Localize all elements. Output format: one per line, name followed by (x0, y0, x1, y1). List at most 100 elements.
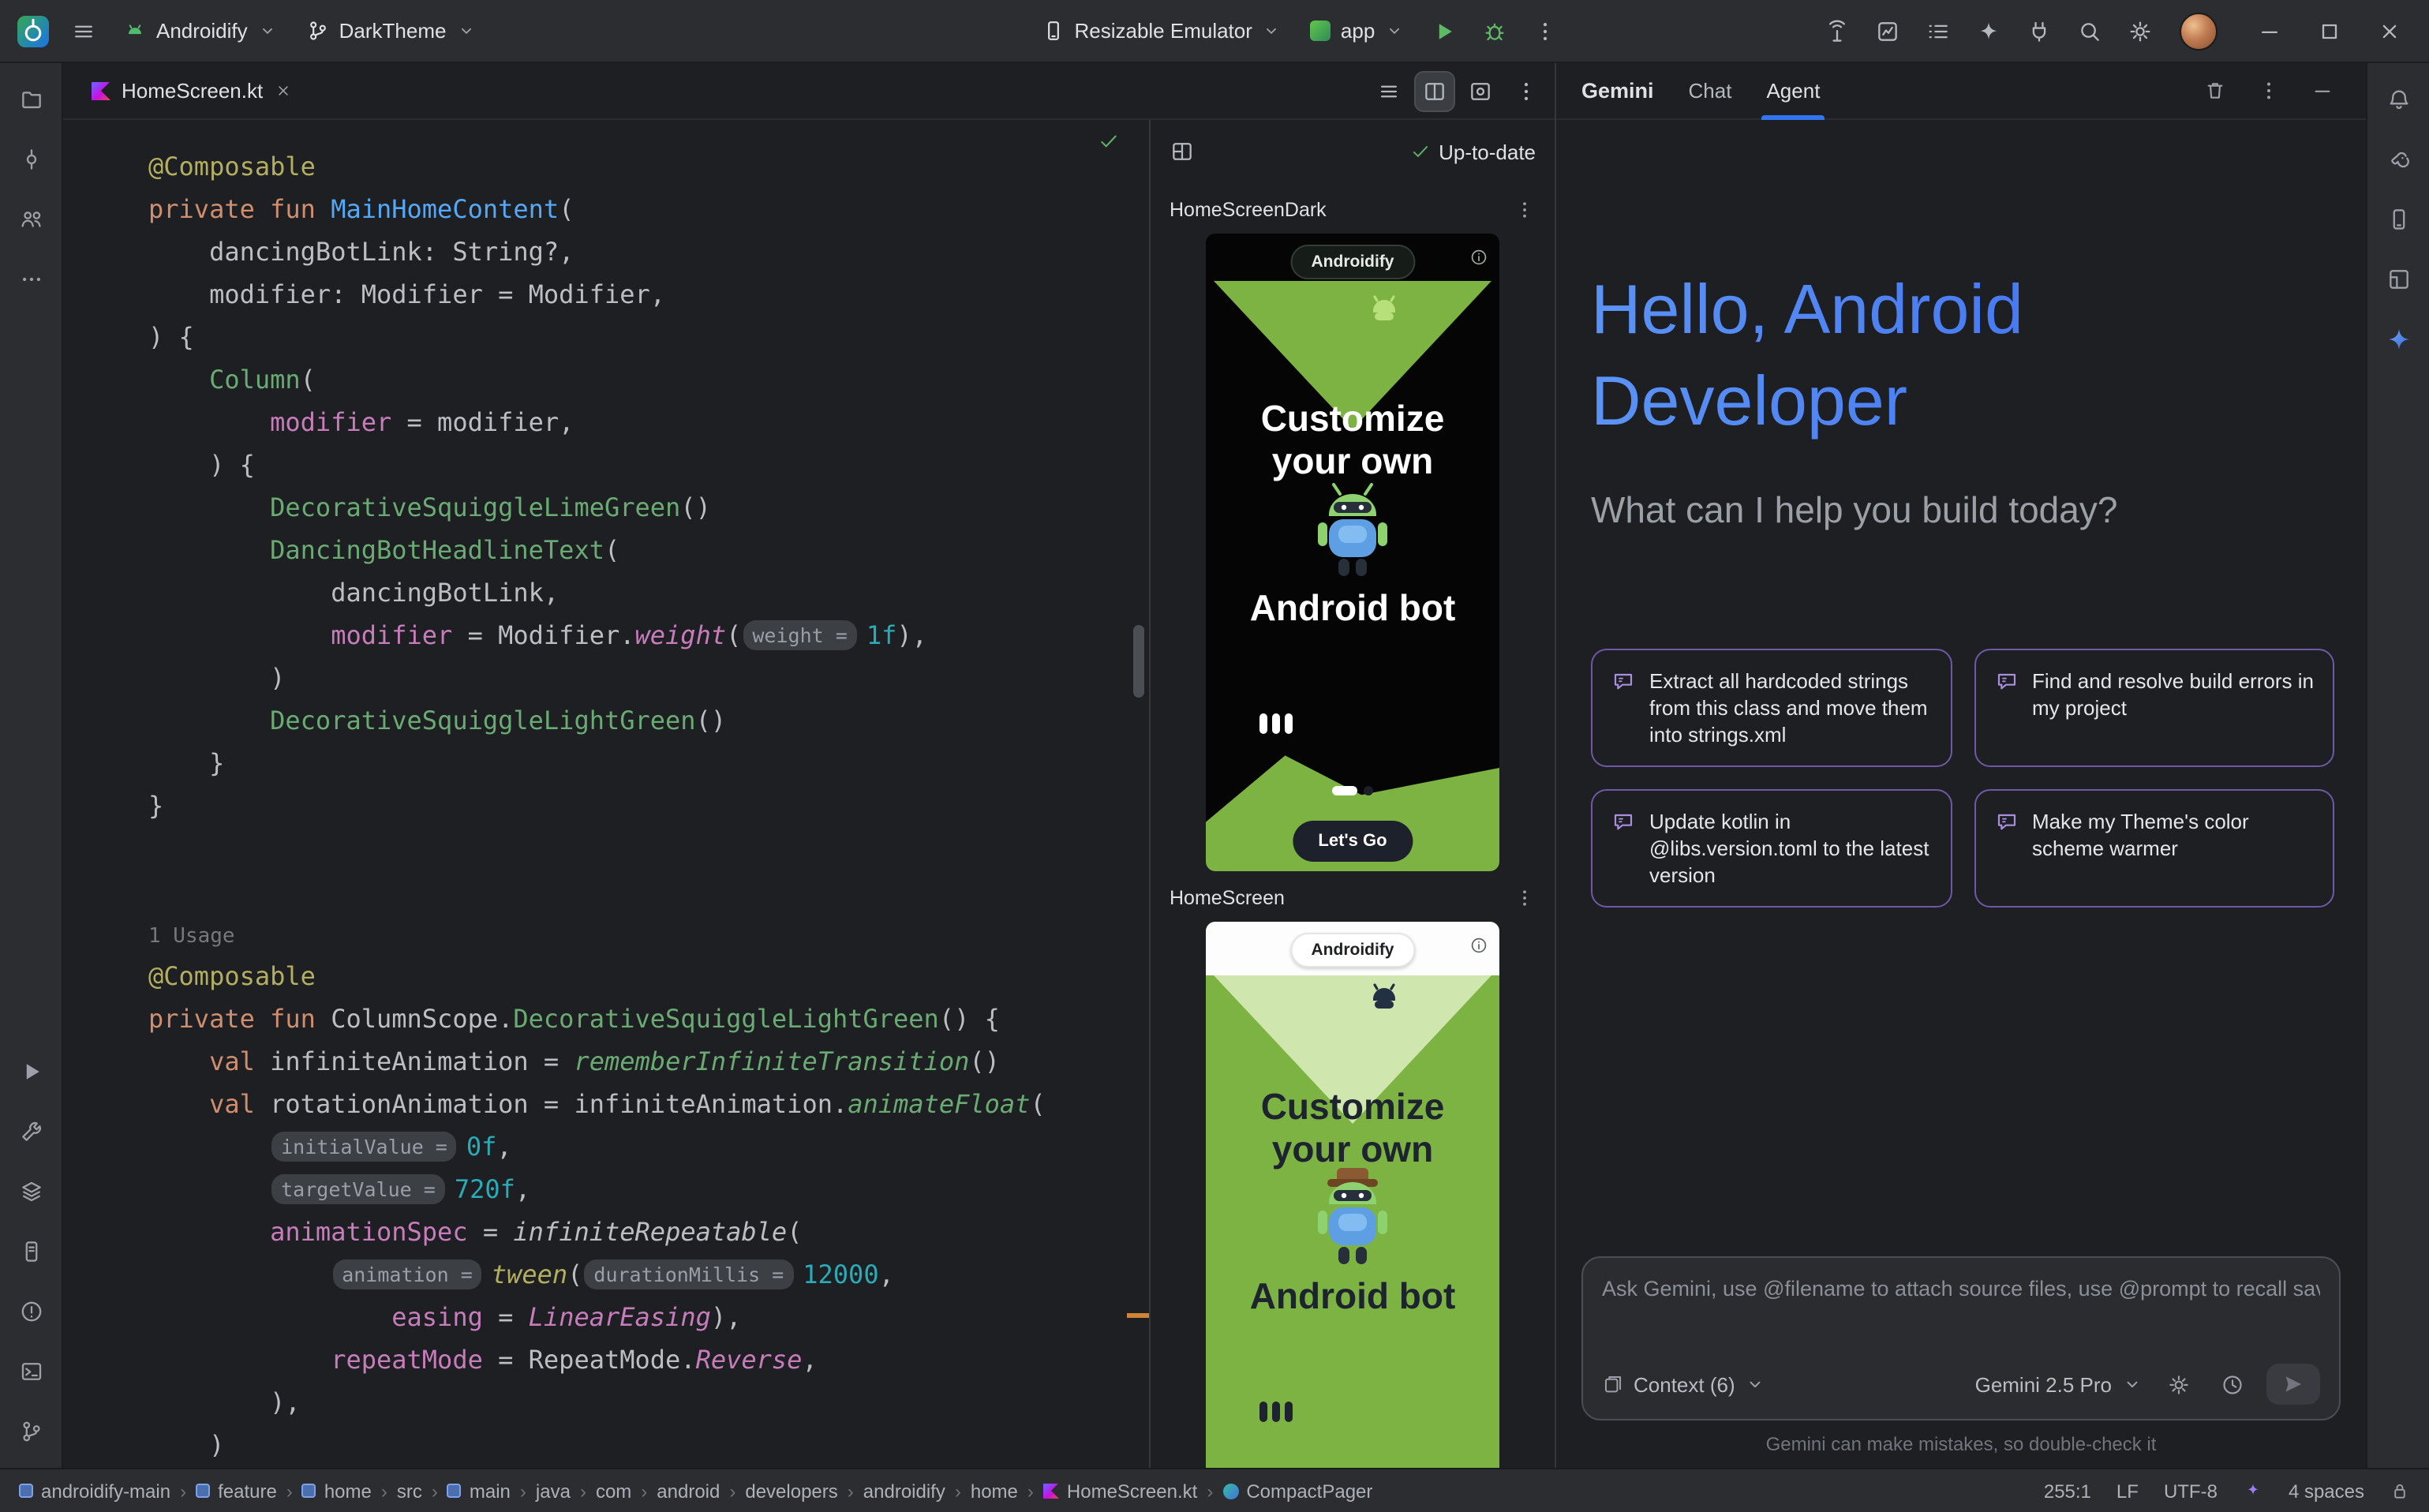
breadcrumb-item[interactable]: androidify-main (19, 1480, 170, 1502)
code-view-icon[interactable] (1368, 70, 1409, 111)
gemini-suggestion-card[interactable]: Make my Theme's color scheme warmer (1974, 789, 2334, 908)
breadcrumb-item[interactable]: java (536, 1480, 571, 1502)
breadcrumb-item[interactable]: androidify (863, 1480, 945, 1502)
ai-spark-icon[interactable] (2243, 1480, 2263, 1501)
gemini-prompt-input[interactable]: Ask Gemini, use @filename to attach sour… (1581, 1256, 2341, 1420)
code-line[interactable]: ), (148, 1381, 1149, 1424)
close-button[interactable] (2360, 0, 2420, 62)
preview-label-HomeScreen[interactable]: HomeScreen (1151, 878, 1555, 919)
editor-scrollbar[interactable] (1133, 625, 1144, 698)
split-view-icon[interactable] (1414, 70, 1455, 111)
code-line[interactable]: ) { (148, 443, 1149, 486)
code-line[interactable] (148, 827, 1149, 870)
code-line[interactable]: modifier = Modifier.weight(weight =1f), (148, 614, 1149, 657)
design-view-icon[interactable] (1460, 70, 1501, 111)
more-actions-icon[interactable] (1521, 7, 1569, 54)
settings-gear-icon[interactable] (2116, 7, 2164, 54)
collaboration-icon[interactable] (7, 196, 54, 243)
code-line[interactable]: ) (148, 1424, 1149, 1466)
tab-chat[interactable]: Chat (1689, 62, 1732, 119)
device-selector[interactable]: Resizable Emulator (1028, 7, 1294, 54)
gemini-settings-icon[interactable] (2159, 1365, 2197, 1403)
editor-tab-homescreen[interactable]: HomeScreen.kt (76, 62, 307, 119)
ai-assistant-icon[interactable] (1965, 7, 2012, 54)
encoding[interactable]: UTF-8 (2164, 1480, 2218, 1502)
hide-panel-icon[interactable] (2303, 72, 2341, 110)
preview-phone-light[interactable]: Androidify Customizeyour own Android bot… (1206, 922, 1499, 1468)
code-line[interactable]: val infiniteAnimation = rememberInfinite… (148, 1040, 1149, 1083)
breadcrumb-item[interactable]: home (971, 1480, 1018, 1502)
minimize-button[interactable] (2240, 0, 2300, 62)
info-icon[interactable] (1469, 248, 1488, 267)
code-line[interactable]: animation =tween(durationMillis =12000, (148, 1253, 1149, 1296)
code-line[interactable]: DecorativeSquiggleLightGreen() (148, 699, 1149, 742)
breadcrumb-item[interactable]: home (302, 1480, 372, 1502)
problems-icon[interactable] (7, 1288, 54, 1335)
lets-go-button[interactable]: Let's Go (1293, 821, 1412, 862)
more-tool-windows-icon[interactable] (7, 256, 54, 303)
delete-conversation-icon[interactable] (2195, 72, 2233, 110)
code-line[interactable]: @Composable (148, 145, 1149, 188)
version-control-icon[interactable] (7, 1408, 54, 1455)
code-line[interactable]: } (148, 742, 1149, 784)
notifications-bell-icon[interactable] (2375, 76, 2422, 123)
line-ending[interactable]: LF (2116, 1480, 2139, 1502)
gradle-icon[interactable] (2375, 136, 2422, 183)
code-line[interactable]: easing = LinearEasing), (148, 1296, 1149, 1338)
code-line[interactable]: initialValue =0f, (148, 1125, 1149, 1168)
breadcrumb-item[interactable]: src (397, 1480, 422, 1502)
model-selector[interactable]: Gemini 2.5 Pro (1975, 1372, 2143, 1396)
code-line[interactable]: 1 Usage (148, 912, 1149, 955)
plugin-icon[interactable] (2015, 7, 2063, 54)
gemini-suggestion-card[interactable]: Extract all hardcoded strings from this … (1591, 649, 1952, 767)
device-streaming-icon[interactable] (1813, 7, 1861, 54)
gemini-more-icon[interactable] (2249, 72, 2287, 110)
history-icon[interactable] (2213, 1365, 2251, 1403)
gemini-icon[interactable] (2375, 316, 2422, 363)
run-button[interactable] (1420, 7, 1468, 54)
code-line[interactable] (148, 870, 1149, 912)
terminal-icon[interactable] (7, 1348, 54, 1395)
code-line[interactable]: repeatMode = RepeatMode.Reverse, (148, 1338, 1149, 1381)
code-line[interactable]: private fun MainHomeContent( (148, 188, 1149, 230)
code-line[interactable]: DecorativeSquiggleLimeGreen() (148, 486, 1149, 529)
avatar[interactable] (2180, 12, 2218, 50)
maximize-button[interactable] (2300, 0, 2360, 62)
project-folder-icon[interactable] (7, 76, 54, 123)
code-line[interactable]: animationSpec = infiniteRepeatable( (148, 1211, 1149, 1253)
breadcrumb-item[interactable]: feature (196, 1480, 277, 1502)
preview-layout-icon[interactable] (1170, 139, 1195, 164)
code-line[interactable]: val rotationAnimation = infiniteAnimatio… (148, 1083, 1149, 1125)
tab-agent[interactable]: Agent (1766, 62, 1820, 119)
breadcrumb-item[interactable]: android (657, 1480, 720, 1502)
build-variants-icon[interactable] (7, 1168, 54, 1215)
code-line[interactable]: } (148, 784, 1149, 827)
send-button[interactable] (2266, 1364, 2320, 1405)
search-icon[interactable] (2066, 7, 2113, 54)
breadcrumb-item[interactable]: com (596, 1480, 631, 1502)
caret-position[interactable]: 255:1 (2044, 1480, 2091, 1502)
code-line[interactable]: private fun ColumnScope.DecorativeSquigg… (148, 997, 1149, 1040)
preview-label-HomeScreenDark[interactable]: HomeScreenDark (1151, 189, 1555, 230)
breadcrumb-item[interactable]: HomeScreen.kt (1043, 1480, 1197, 1502)
hamburger-menu-icon[interactable] (60, 7, 107, 54)
code-line[interactable]: dancingBotLink: String?, (148, 230, 1149, 273)
breadcrumb-item[interactable]: main (447, 1480, 511, 1502)
gemini-suggestion-card[interactable]: Find and resolve build errors in my proj… (1974, 649, 2334, 767)
code-line[interactable]: DancingBotHeadlineText( (148, 529, 1149, 571)
logcat-icon[interactable] (7, 1228, 54, 1275)
indent-setting[interactable]: 4 spaces (2289, 1480, 2364, 1502)
code-line[interactable]: modifier = modifier, (148, 401, 1149, 443)
code-line[interactable]: targetValue =720f, (148, 1168, 1149, 1211)
device-manager-icon[interactable] (2375, 196, 2422, 243)
code-editor[interactable]: @Composableprivate fun MainHomeContent( … (63, 120, 1149, 1468)
lock-icon[interactable] (2390, 1480, 2410, 1501)
code-line[interactable]: @Composable (148, 955, 1149, 997)
code-line[interactable]: dancingBotLink, (148, 571, 1149, 614)
gemini-suggestion-card[interactable]: Update kotlin in @libs.version.toml to t… (1591, 789, 1952, 908)
breadcrumb-item[interactable]: developers (745, 1480, 837, 1502)
layout-inspector-icon[interactable] (2375, 256, 2422, 303)
code-line[interactable]: Column( (148, 358, 1149, 401)
inspection-check-icon[interactable] (1097, 129, 1121, 153)
build-icon[interactable] (7, 1108, 54, 1155)
